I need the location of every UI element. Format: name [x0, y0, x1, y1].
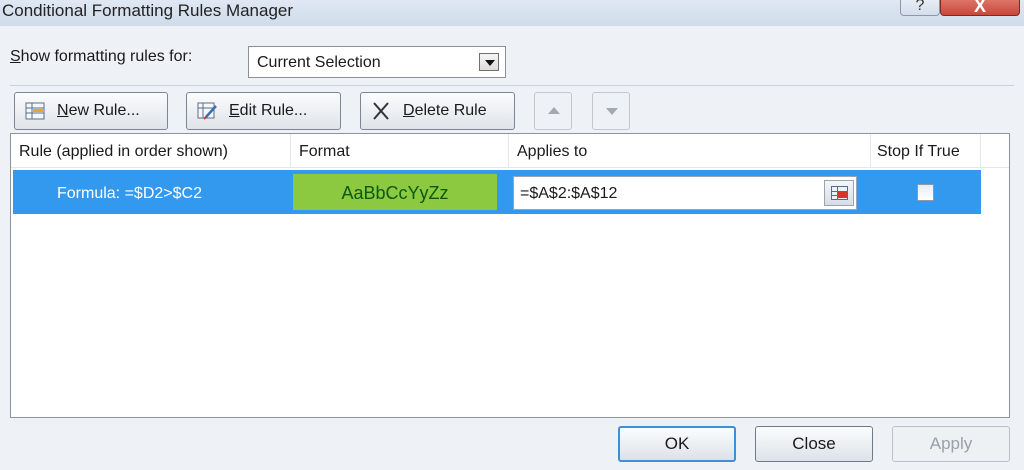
header-stop-if-true[interactable]: Stop If True — [871, 134, 981, 168]
delete-x-icon — [373, 102, 389, 120]
rules-toolbar: New Rule... Edit Rule... Delete Rule — [10, 85, 1014, 133]
edit-rule-accel: E — [229, 102, 240, 119]
new-rule-icon — [25, 102, 45, 120]
rules-table[interactable]: Rule (applied in order shown) Format App… — [10, 133, 1010, 418]
header-applies-to[interactable]: Applies to — [509, 134, 871, 168]
arrow-down-icon — [606, 108, 618, 115]
new-rule-accel: N — [57, 102, 69, 119]
show-rules-selected: Current Selection — [257, 54, 381, 71]
title-bar: Conditional Formatting Rules Manager ? X — [0, 0, 1024, 26]
delete-rule-button[interactable]: Delete Rule — [360, 92, 515, 130]
ok-button[interactable]: OK — [618, 426, 736, 462]
header-format[interactable]: Format — [291, 134, 509, 168]
delete-rule-accel: D — [403, 102, 415, 119]
show-rules-dropdown[interactable]: Current Selection — [248, 46, 506, 78]
edit-rule-label: Edit Rule... — [229, 93, 307, 129]
table-row[interactable]: Formula: =$D2>$C2 AaBbCcYyZz =$A$2:$A$12 — [13, 170, 981, 214]
help-button[interactable]: ? — [900, 0, 940, 16]
applies-to-value: =$A$2:$A$12 — [520, 185, 618, 202]
show-rules-label: Show formatting rules for: — [10, 48, 192, 66]
apply-button[interactable]: Apply — [892, 426, 1010, 462]
range-selector-button[interactable] — [824, 180, 854, 206]
show-rules-label-text: how formatting rules for: — [20, 48, 193, 65]
window-title: Conditional Formatting Rules Manager — [2, 1, 294, 20]
show-rules-label-accel: S — [10, 48, 21, 65]
rule-cell: Formula: =$D2>$C2 — [57, 185, 202, 202]
range-picker-marker — [838, 191, 847, 198]
window-close-button[interactable]: X — [940, 0, 1020, 16]
close-button[interactable]: Close — [755, 426, 873, 462]
edit-rule-icon — [197, 102, 217, 120]
arrow-up-icon — [548, 107, 560, 114]
table-header: Rule (applied in order shown) Format App… — [11, 134, 1009, 168]
applies-to-field[interactable]: =$A$2:$A$12 — [513, 176, 857, 210]
edit-rule-text: dit Rule... — [239, 102, 308, 119]
move-down-button[interactable] — [592, 92, 630, 130]
format-preview: AaBbCcYyZz — [293, 174, 497, 210]
new-rule-text: ew Rule... — [68, 102, 140, 119]
new-rule-button[interactable]: New Rule... — [14, 92, 168, 130]
move-up-button[interactable] — [534, 92, 572, 130]
new-rule-label: New Rule... — [57, 93, 140, 129]
edit-rule-button[interactable]: Edit Rule... — [186, 92, 341, 130]
delete-rule-label: Delete Rule — [403, 93, 487, 129]
chevron-down-icon[interactable] — [479, 53, 499, 71]
header-rule[interactable]: Rule (applied in order shown) — [11, 134, 291, 168]
stop-if-true-checkbox[interactable] — [917, 184, 934, 201]
delete-rule-text: elete Rule — [414, 102, 487, 119]
